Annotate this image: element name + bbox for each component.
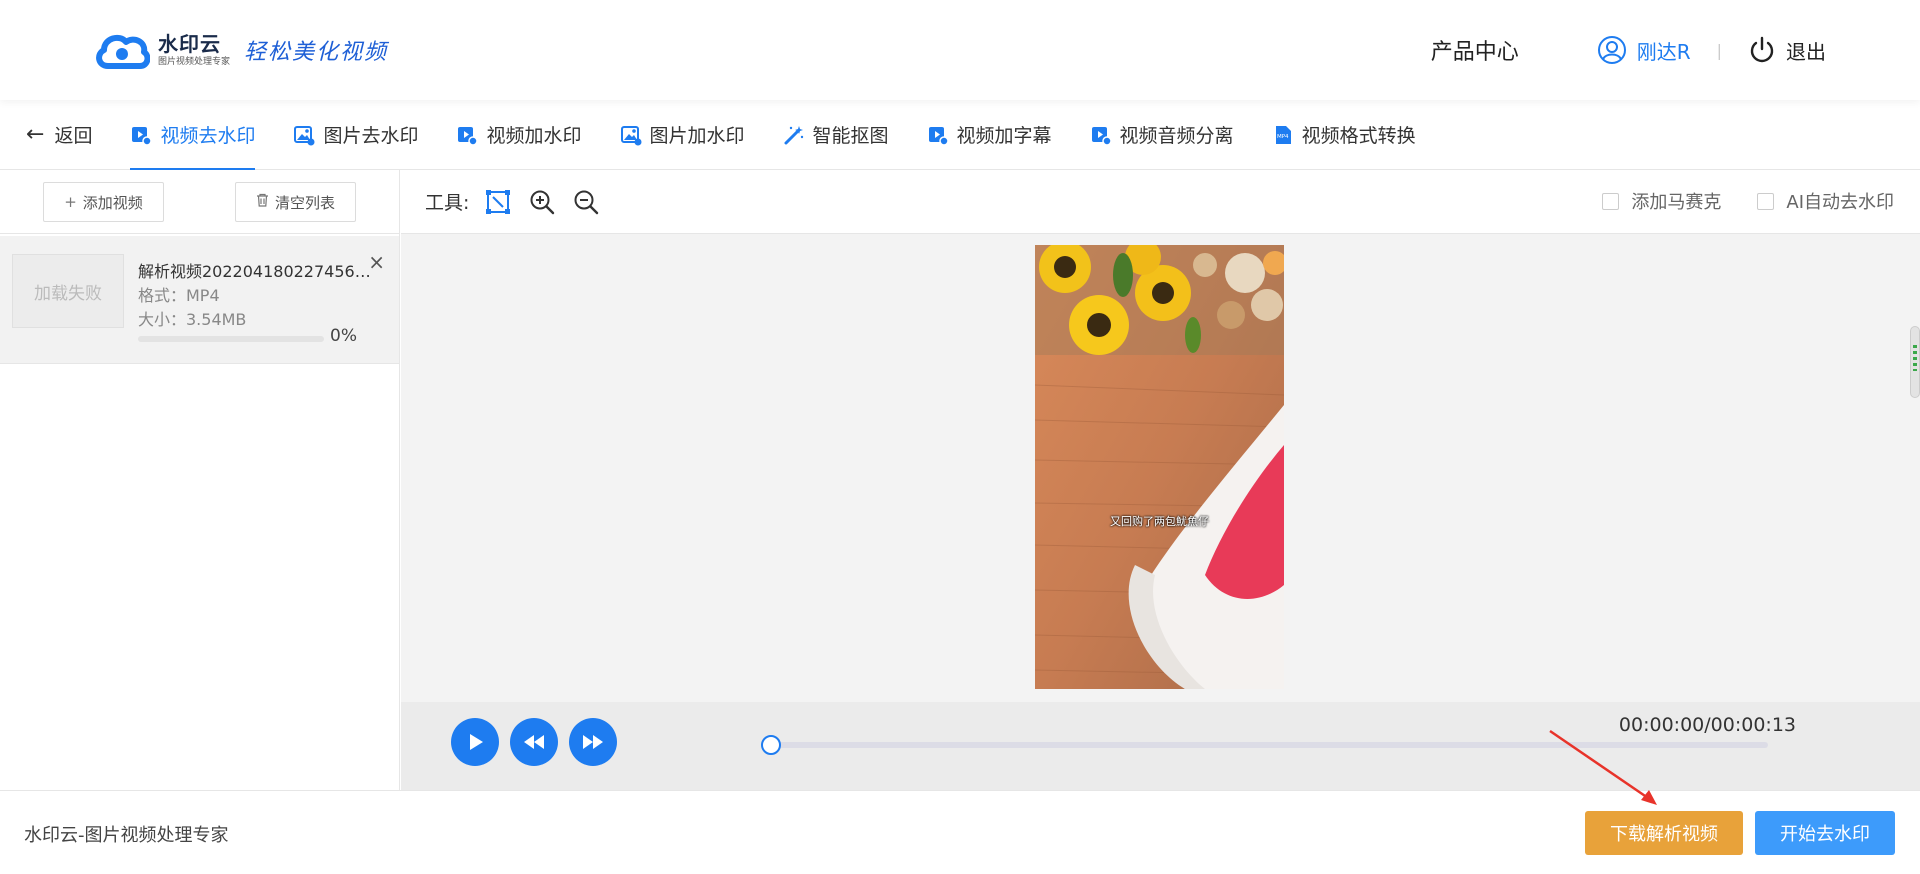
video-icon [1090,124,1112,146]
select-area-icon[interactable] [483,187,513,217]
product-center-link[interactable]: 产品中心 [1431,34,1519,66]
volume-scroll-handle[interactable] [1910,326,1920,398]
feature-tabs: ← 返回 视频去水印 图片去水印 视频加水印 图片加水印 智能抠图 视频加字幕 … [0,100,1920,170]
user-menu[interactable]: 刚达R [1597,35,1691,65]
tool-bar: 工具: 添加马赛克 AI自动去水印 [401,170,1920,234]
video-icon [130,124,153,146]
footer-bar: 水印云-图片视频处理专家 下载解析视频 开始去水印 [0,790,1920,874]
progress-percent: 0% [330,326,357,346]
clear-list-label: 清空列表 [274,193,335,212]
play-button[interactable] [451,718,499,766]
tab-label: 视频格式转换 [1301,125,1416,147]
app-header: 水印云 图片视频处理专家 轻松美化视频 产品中心 刚达R | 退出 [0,0,1920,100]
upload-progress-bar [138,336,324,342]
back-arrow-icon: ← [26,122,45,147]
back-label: 返回 [54,125,93,147]
file-size: 大小：3.54MB [138,310,247,329]
rewind-icon [524,735,544,749]
trash-icon [256,193,269,211]
tab-label: 视频加字幕 [956,125,1052,147]
video-frame[interactable]: 又回购了两包魷魚仔 [1035,245,1284,689]
tab-label: 智能抠图 [812,125,889,147]
file-name: 解析视频20220418022745649... [138,262,378,281]
video-icon [456,124,479,146]
video-preview-area: 又回购了两包魷魚仔 [401,234,1920,702]
file-list-panel: + 添加视频 清空列表 加载失败 解析视频20220418022745649..… [0,170,400,790]
zoom-in-icon[interactable] [527,187,557,217]
logo[interactable]: 水印云 图片视频处理专家 轻松美化视频 [94,28,388,72]
video-caption: 又回购了两包魷魚仔 [1110,515,1209,528]
checkbox-box[interactable] [1757,192,1775,210]
footer-brand-text: 水印云-图片视频处理专家 [24,825,229,846]
thumbnail-status: 加载失败 [34,283,102,304]
logo-subtitle: 图片视频处理专家 [158,57,231,67]
editor-area: 工具: 添加马赛克 AI自动去水印 又回购了两包魷魚仔 00:00:00/00:… [401,170,1920,790]
player-controls: 00:00:00/00:00:13 [401,702,1920,790]
clear-list-button[interactable]: 清空列表 [235,182,356,222]
tab-video-add-watermark[interactable]: 视频加水印 [456,100,582,169]
back-button[interactable]: ← 返回 [26,100,92,169]
ai-auto-remove-checkbox[interactable]: AI自动去水印 [1757,188,1894,214]
tab-video-remove-watermark[interactable]: 视频去水印 [130,100,256,170]
power-icon [1750,36,1774,63]
header-separator: | [1716,40,1722,60]
rewind-button[interactable] [510,718,558,766]
user-avatar-icon [1597,36,1626,64]
user-name: 刚达R [1636,39,1691,64]
remove-file-icon[interactable]: × [368,250,385,274]
tab-video-format-convert[interactable]: MP4 视频格式转换 [1272,100,1416,169]
video-frame-image [1035,245,1284,689]
tab-image-remove-watermark[interactable]: 图片去水印 [293,100,418,169]
image-icon [293,124,315,146]
seek-bar[interactable] [761,735,1768,755]
tab-image-add-watermark[interactable]: 图片加水印 [620,100,745,169]
ai-auto-remove-label: AI自动去水印 [1786,192,1894,213]
checkbox-box[interactable] [1602,192,1620,210]
file-format: 格式：MP4 [138,286,220,305]
seek-handle[interactable] [761,735,781,755]
list-item[interactable]: 加载失败 解析视频20220418022745649... 格式：MP4 大小：… [0,236,399,364]
fast-forward-icon [583,735,603,749]
play-icon [470,734,483,750]
video-icon [927,124,949,146]
tab-video-audio-separate[interactable]: 视频音频分离 [1090,100,1234,169]
download-parsed-video-button[interactable]: 下载解析视频 [1585,811,1743,855]
cloud-logo-icon [94,28,151,72]
fast-forward-button[interactable] [569,718,617,766]
add-video-button[interactable]: + 添加视频 [43,182,164,222]
magic-wand-icon [783,124,805,146]
time-display: 00:00:00/00:00:13 [1618,714,1796,736]
tab-video-subtitle[interactable]: 视频加字幕 [927,100,1052,169]
tab-label: 视频去水印 [160,125,256,147]
zoom-out-icon[interactable] [571,187,601,217]
mp4-file-icon: MP4 [1272,124,1294,146]
logo-name: 水印云 [158,32,221,56]
add-video-label: 添加视频 [82,193,143,212]
tab-smart-cutout[interactable]: 智能抠图 [783,100,889,169]
logo-slogan: 轻松美化视频 [244,40,389,65]
tools-label: 工具: [425,192,470,214]
tab-label: 视频音频分离 [1119,125,1234,147]
logout-label: 退出 [1786,39,1826,64]
svg-text:MP4: MP4 [1277,134,1289,140]
add-mosaic-checkbox[interactable]: 添加马赛克 [1602,188,1721,214]
tab-label: 图片加水印 [649,125,745,147]
image-icon [620,124,642,146]
tab-label: 图片去水印 [323,125,419,147]
start-remove-watermark-button[interactable]: 开始去水印 [1755,811,1895,855]
video-thumbnail: 加载失败 [12,254,124,328]
add-mosaic-label: 添加马赛克 [1631,192,1722,213]
logout-button[interactable]: 退出 [1748,36,1826,65]
tab-label: 视频加水印 [486,125,582,147]
plus-icon: + [64,193,77,211]
